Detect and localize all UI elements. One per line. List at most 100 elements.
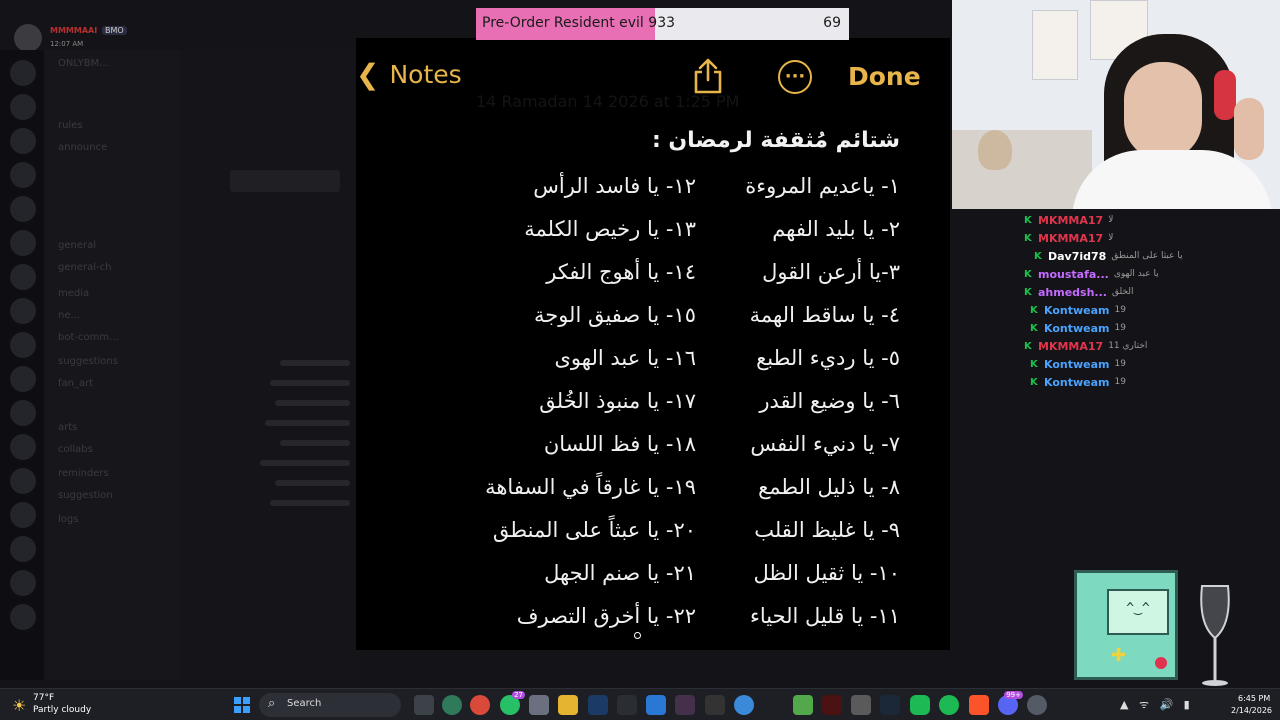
windows-start-button[interactable]: [234, 697, 250, 713]
weather-description[interactable]: Partly cloudy: [33, 705, 91, 715]
channel-item[interactable]: ne...: [58, 310, 80, 321]
chat-text: 19: [1114, 377, 1126, 387]
terminal-icon[interactable]: [617, 695, 637, 715]
channel-item[interactable]: fan_art: [58, 378, 93, 389]
server-icon[interactable]: [10, 298, 36, 324]
share-icon[interactable]: [692, 58, 724, 94]
clock-date[interactable]: 2/14/2026: [1231, 706, 1272, 715]
chat-username: MKMMA17: [1038, 231, 1104, 245]
channel-item[interactable]: arts: [58, 422, 77, 433]
chat-text: 19: [1114, 359, 1126, 369]
server-icon[interactable]: [10, 400, 36, 426]
chat-message: Kahmedsh... الخلق: [1024, 284, 1134, 300]
bmo-button-icon: [1155, 657, 1167, 669]
discord-user-badge: BMO: [102, 26, 127, 35]
channel-item[interactable]: media: [58, 288, 89, 299]
epic-games-icon[interactable]: [705, 695, 725, 715]
server-icon[interactable]: [10, 434, 36, 460]
done-button[interactable]: Done: [848, 62, 921, 91]
chat-username: ahmedsh...: [1038, 285, 1107, 299]
note-list-item: ٢١- يا صنم الجهل: [544, 561, 696, 585]
poll-vote-count: 33: [657, 15, 676, 31]
note-list-item: ٧- يا دنيء النفس: [750, 432, 900, 456]
server-icon[interactable]: [10, 264, 36, 290]
server-icon[interactable]: [10, 162, 36, 188]
xbox-icon[interactable]: [442, 695, 462, 715]
chat-badge-icon: K: [1024, 232, 1032, 244]
server-icon[interactable]: [10, 536, 36, 562]
partly-cloudy-icon[interactable]: ☀: [12, 696, 26, 715]
app-icon[interactable]: [675, 695, 695, 715]
weather-temperature[interactable]: 77°F: [33, 693, 54, 703]
chat-message: K Kontweam 19: [1030, 302, 1126, 318]
channel-item[interactable]: announce: [58, 142, 107, 153]
spotify-icon[interactable]: [939, 695, 959, 715]
note-list-item: ٢٠- يا عبثاً على المنطق: [492, 518, 696, 542]
server-icon[interactable]: [10, 94, 36, 120]
store-icon[interactable]: [646, 695, 666, 715]
search-label: Search: [287, 698, 322, 709]
avatar[interactable]: [14, 24, 42, 52]
channel-item[interactable]: bot-comm...: [58, 332, 119, 343]
server-icon[interactable]: [10, 60, 36, 86]
chrome-profile-icon[interactable]: [734, 695, 754, 715]
system-tray[interactable]: ▲ ᯤ 🔊 ▮: [1120, 697, 1190, 712]
note-list-item: ١٩- يا غارقاً في السفاهة: [485, 475, 696, 499]
channel-item[interactable]: general-ch: [58, 262, 111, 273]
chat-message: K Kontweam 19: [1030, 320, 1126, 336]
app-icon[interactable]: [851, 695, 871, 715]
more-options-icon[interactable]: ···: [778, 60, 812, 94]
chat-message: K Dav7id78 يا عبثا على المنطق: [1034, 248, 1183, 264]
chat-username: Dav7id78: [1048, 249, 1107, 263]
chat-message: K Kontweam 19: [1030, 374, 1126, 390]
chat-text: يا عبد الهوى: [1113, 269, 1159, 279]
server-icon[interactable]: [10, 230, 36, 256]
note-title: شتائم مُثقفة لرمضان :: [651, 128, 900, 153]
note-list-item: ٤- يا ساقط الهمة: [749, 303, 900, 327]
taskbar: ☀ 77°F Partly cloudy ⌕ Search 27 99+ ▲ ᯤ…: [0, 688, 1280, 720]
server-icon[interactable]: [10, 332, 36, 358]
channel-item[interactable]: suggestions: [58, 356, 118, 367]
photoshop-icon[interactable]: [588, 695, 608, 715]
chrome-icon[interactable]: [470, 695, 490, 715]
server-icon[interactable]: [10, 128, 36, 154]
streamer-hand: [1234, 98, 1264, 160]
server-icon[interactable]: [10, 468, 36, 494]
server-icon[interactable]: [10, 366, 36, 392]
brave-icon[interactable]: [969, 695, 989, 715]
channel-item[interactable]: rules: [58, 120, 83, 131]
stream-screen: MMMMAAI BMO 12:07 AM ONLYBM... rules ann…: [0, 0, 1280, 720]
channel-item[interactable]: suggestion: [58, 490, 113, 501]
chat-text: لا: [1108, 233, 1114, 243]
note-list-item: ٨- يا ذليل الطمع: [758, 475, 900, 499]
chat-username: Kontweam: [1044, 303, 1110, 317]
file-explorer-icon[interactable]: [558, 695, 578, 715]
channel-item[interactable]: collabs: [58, 444, 93, 455]
server-icon[interactable]: [10, 502, 36, 528]
taskbar-search[interactable]: ⌕ Search: [259, 693, 401, 717]
chat-badge-icon: K: [1024, 268, 1032, 280]
camera-icon[interactable]: [529, 695, 549, 715]
server-icon[interactable]: [10, 196, 36, 222]
minecraft-icon[interactable]: [793, 695, 813, 715]
note-list-item: ٩- يا غليظ القلب: [754, 518, 900, 542]
channel-item[interactable]: logs: [58, 514, 78, 525]
chat-badge-icon: K: [1030, 376, 1038, 388]
channel-item[interactable]: general: [58, 240, 96, 251]
whatsapp-icon[interactable]: 27: [500, 691, 525, 715]
streamer-face: [1124, 62, 1202, 160]
obs-icon[interactable]: [910, 695, 930, 715]
channel-item[interactable]: reminders: [58, 468, 109, 479]
chat-username: MKMMA17: [1038, 339, 1104, 353]
discord-icon[interactable]: 99+: [998, 691, 1023, 715]
channel-item[interactable]: ONLYBM...: [58, 58, 109, 69]
server-icon[interactable]: [10, 604, 36, 630]
clock-time[interactable]: 6:45 PM: [1238, 694, 1270, 703]
task-view-icon[interactable]: [414, 695, 434, 715]
notes-back-button[interactable]: ❮ Notes: [356, 60, 462, 89]
settings-icon[interactable]: [1027, 695, 1047, 715]
illustrator-icon[interactable]: [822, 695, 842, 715]
server-icon[interactable]: [10, 570, 36, 596]
chat-badge-icon: K: [1034, 250, 1042, 262]
steam-icon[interactable]: [880, 695, 900, 715]
